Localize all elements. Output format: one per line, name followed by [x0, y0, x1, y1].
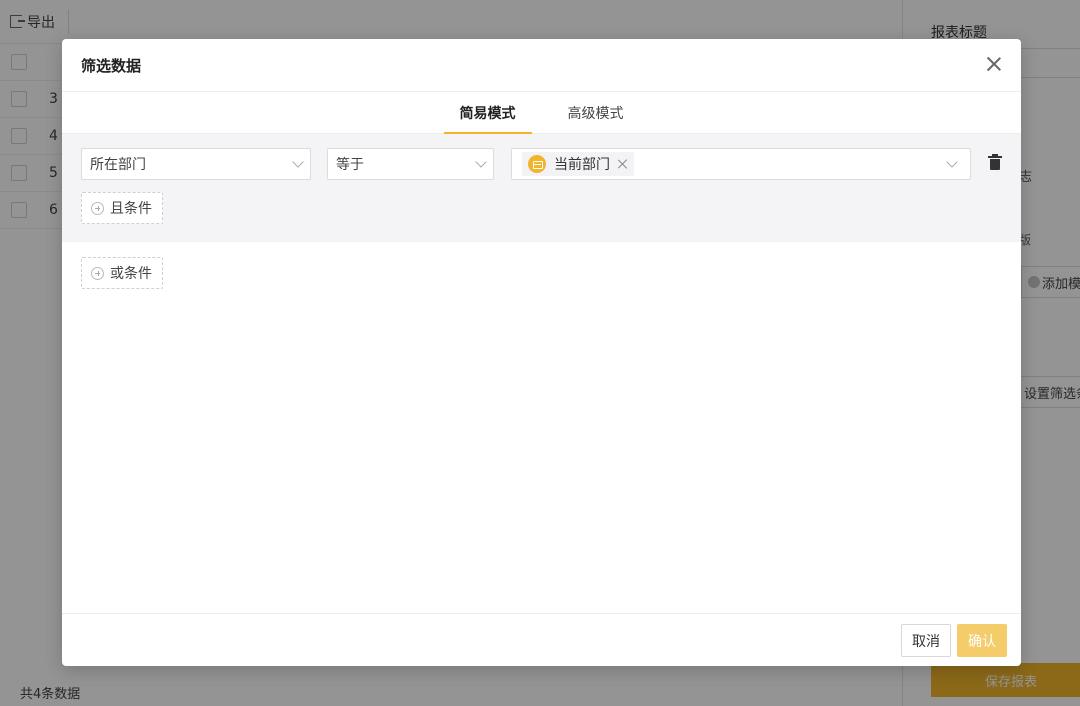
close-icon[interactable] — [987, 57, 1001, 71]
chevron-down-icon — [475, 156, 487, 168]
value-tag-label: 当前部门 — [554, 157, 610, 173]
cancel-button[interactable]: 取消 — [901, 624, 951, 657]
field-select[interactable]: 所在部门 — [81, 148, 311, 180]
tab-advanced-mode[interactable]: 高级模式 — [552, 92, 640, 133]
add-and-condition-button[interactable]: 且条件 — [81, 192, 163, 224]
confirm-button-label: 确认 — [968, 633, 996, 650]
dialog-footer: 取消 确认 — [62, 613, 1021, 666]
tab-label: 简易模式 — [459, 105, 516, 122]
confirm-button[interactable]: 确认 — [957, 624, 1007, 657]
cancel-button-label: 取消 — [912, 633, 940, 650]
tab-label: 高级模式 — [567, 105, 624, 122]
value-tag: 当前部门 — [522, 152, 634, 176]
department-icon — [528, 155, 546, 173]
tag-remove-icon[interactable] — [618, 159, 628, 169]
condition-group: 所在部门 等于 当前部门 且条件 — [62, 134, 1021, 242]
dialog-body: 或条件 — [62, 242, 1021, 612]
dialog-title: 筛选数据 — [81, 56, 142, 75]
value-select[interactable]: 当前部门 — [511, 148, 971, 180]
filter-data-dialog: 筛选数据 简易模式 高级模式 所在部门 等于 当前部门 且条件 或条件 取消 确… — [62, 39, 1021, 666]
dialog-header: 筛选数据 — [62, 39, 1021, 92]
tab-simple-mode[interactable]: 简易模式 — [443, 92, 532, 134]
chevron-down-icon — [292, 156, 304, 168]
plus-circle-icon — [91, 266, 104, 280]
add-or-condition-label: 或条件 — [110, 266, 152, 282]
field-select-value: 所在部门 — [90, 157, 146, 173]
operator-select-value: 等于 — [336, 157, 364, 173]
add-and-condition-label: 且条件 — [110, 201, 152, 217]
add-or-condition-button[interactable]: 或条件 — [81, 257, 163, 289]
mode-tabs: 简易模式 高级模式 — [62, 92, 1021, 134]
operator-select[interactable]: 等于 — [327, 148, 494, 180]
trash-icon[interactable] — [988, 154, 1002, 170]
chevron-down-icon — [946, 156, 958, 168]
plus-circle-icon — [91, 201, 104, 215]
